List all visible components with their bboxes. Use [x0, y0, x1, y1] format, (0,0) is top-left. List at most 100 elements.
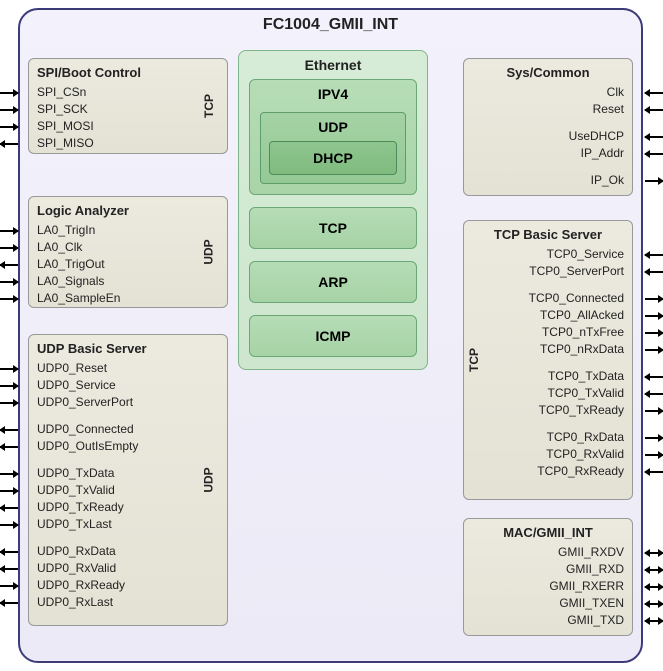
signal-label: UDP0_RxData	[37, 543, 219, 560]
port-arrow	[645, 254, 663, 256]
protocol-tag: TCP	[467, 348, 481, 372]
port-arrow	[0, 602, 18, 604]
signal-label: IP_Ok	[472, 172, 624, 189]
signal-label: LA0_TrigOut	[37, 256, 219, 273]
port-arrow	[645, 569, 663, 571]
port-arrow	[0, 385, 18, 387]
icmp-block: ICMP	[249, 315, 417, 357]
arp-block: ARP	[249, 261, 417, 303]
udp-title: UDP	[269, 119, 397, 135]
port-arrow	[645, 437, 663, 439]
ipv4-title: IPV4	[260, 86, 406, 102]
port-arrow	[645, 109, 663, 111]
protocol-tag: TCP	[202, 94, 216, 118]
port-arrow	[645, 92, 663, 94]
port-arrow	[645, 298, 663, 300]
port-arrow	[0, 264, 18, 266]
port-arrow	[0, 507, 18, 509]
port-arrow	[645, 552, 663, 554]
block-udp-basic-server: UDP Basic Server UDP0_Reset UDP0_Service…	[28, 334, 228, 626]
block-tcp-basic-server: TCP Basic Server TCP0_Service TCP0_Serve…	[463, 220, 633, 500]
dhcp-block: DHCP	[269, 141, 397, 175]
port-arrow	[0, 402, 18, 404]
signal-label: TCP0_AllAcked	[472, 307, 624, 324]
port-arrow	[645, 454, 663, 456]
signal-label: UDP0_Connected	[37, 421, 219, 438]
chip-title: FC1004_GMII_INT	[20, 16, 641, 34]
port-arrow	[645, 603, 663, 605]
signal-label: TCP0_TxValid	[472, 385, 624, 402]
block-spi-boot-control: SPI/Boot Control SPI_CSn SPI_SCK SPI_MOS…	[28, 58, 228, 154]
port-arrow	[645, 410, 663, 412]
signal-label: TCP0_TxReady	[472, 402, 624, 419]
signal-label: GMII_RXD	[472, 561, 624, 578]
signal-label: TCP0_Connected	[472, 290, 624, 307]
signal-label: UDP0_RxReady	[37, 577, 219, 594]
signal-label: GMII_RXDV	[472, 544, 624, 561]
port-arrow	[0, 281, 18, 283]
signal-label: TCP0_TxData	[472, 368, 624, 385]
port-arrow	[0, 92, 18, 94]
signal-label: UDP0_Service	[37, 377, 219, 394]
block-logic-analyzer: Logic Analyzer LA0_TrigIn LA0_Clk LA0_Tr…	[28, 196, 228, 308]
tcp-block: TCP	[249, 207, 417, 249]
signal-label: SPI_MISO	[37, 135, 219, 152]
port-arrow	[0, 568, 18, 570]
signal-label: UDP0_OutIsEmpty	[37, 438, 219, 455]
signal-label: TCP0_ServerPort	[472, 263, 624, 280]
port-arrow	[645, 180, 663, 182]
block-title: TCP Basic Server	[472, 227, 624, 242]
signal-label: LA0_Clk	[37, 239, 219, 256]
signal-label: UDP0_Reset	[37, 360, 219, 377]
signal-label: UseDHCP	[472, 128, 624, 145]
block-mac-gmii-int: MAC/GMII_INT GMII_RXDV GMII_RXD GMII_RXE…	[463, 518, 633, 636]
port-arrow	[645, 586, 663, 588]
signal-label: TCP0_nTxFree	[472, 324, 624, 341]
port-arrow	[0, 585, 18, 587]
signal-label: GMII_TXEN	[472, 595, 624, 612]
signal-label: TCP0_RxReady	[472, 463, 624, 480]
signal-label: UDP0_TxData	[37, 465, 219, 482]
port-arrow	[0, 230, 18, 232]
port-arrow	[645, 136, 663, 138]
block-title: SPI/Boot Control	[37, 65, 219, 80]
port-arrow	[0, 126, 18, 128]
signal-label: UDP0_RxValid	[37, 560, 219, 577]
signal-label: LA0_Signals	[37, 273, 219, 290]
port-arrow	[0, 473, 18, 475]
block-title: UDP Basic Server	[37, 341, 219, 356]
signal-label: TCP0_RxData	[472, 429, 624, 446]
signal-label: LA0_SampleEn	[37, 290, 219, 307]
port-arrow	[0, 490, 18, 492]
signal-label: SPI_CSn	[37, 84, 219, 101]
signal-label: Clk	[472, 84, 624, 101]
port-arrow	[645, 315, 663, 317]
port-arrow	[0, 298, 18, 300]
block-title: Logic Analyzer	[37, 203, 219, 218]
block-sys-common: Sys/Common Clk Reset UseDHCP IP_Addr IP_…	[463, 58, 633, 196]
signal-label: TCP0_Service	[472, 246, 624, 263]
port-arrow	[0, 524, 18, 526]
port-arrow	[0, 247, 18, 249]
port-arrow	[0, 551, 18, 553]
signal-label: IP_Addr	[472, 145, 624, 162]
ethernet-stack: Ethernet IPV4 UDP DHCP TCP ARP ICMP	[238, 50, 428, 370]
protocol-tag: UDP	[201, 467, 215, 492]
port-arrow	[645, 271, 663, 273]
signal-label: GMII_TXD	[472, 612, 624, 629]
port-arrow	[0, 429, 18, 431]
port-arrow	[645, 620, 663, 622]
ipv4-block: IPV4 UDP DHCP	[249, 79, 417, 195]
port-arrow	[0, 143, 18, 145]
port-arrow	[645, 393, 663, 395]
signal-label: Reset	[472, 101, 624, 118]
signal-label: SPI_MOSI	[37, 118, 219, 135]
chip-container: FC1004_GMII_INT SPI/Boot Control SPI_CSn…	[18, 8, 643, 663]
port-arrow	[645, 153, 663, 155]
signal-label: UDP0_RxLast	[37, 594, 219, 611]
signal-label: UDP0_TxValid	[37, 482, 219, 499]
signal-label: LA0_TrigIn	[37, 222, 219, 239]
protocol-tag: UDP	[201, 239, 215, 264]
port-arrow	[0, 368, 18, 370]
signal-label: GMII_RXERR	[472, 578, 624, 595]
